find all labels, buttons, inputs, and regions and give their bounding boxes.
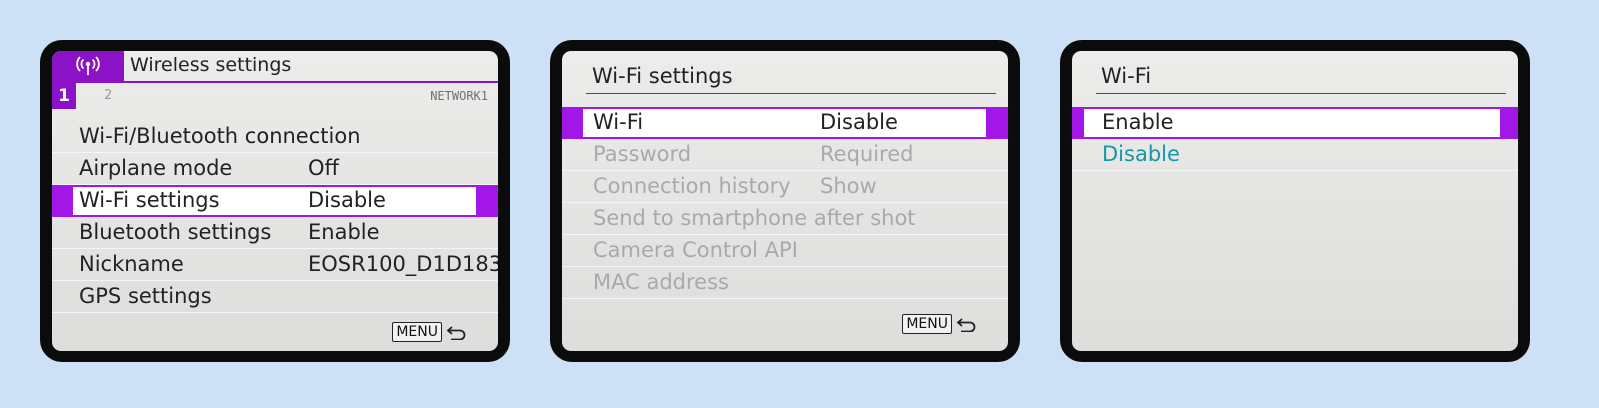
item-value: Required [820, 142, 914, 166]
item-label: Password [593, 142, 692, 166]
menu-item-send-to-smartphone: Send to smartphone after shot [562, 203, 1008, 235]
camera-screen-wifi-settings: Wi-Fi settings Wi-Fi Disable Password Re… [550, 40, 1020, 362]
menu-back-hint[interactable]: MENU [392, 321, 468, 343]
menu-item-nickname[interactable]: Nickname EOSR100_D1D183 [52, 249, 498, 281]
menu-title: Wi-Fi [1101, 64, 1152, 88]
item-label: GPS settings [79, 284, 212, 308]
lcd-screen: Wireless settings 1 2 NETWORK1 Wi-Fi/Blu… [52, 51, 498, 351]
menu-button-label: MENU [902, 314, 952, 334]
wireless-icon [76, 56, 100, 75]
item-label: MAC address [593, 270, 729, 294]
item-value: EOSR100_D1D183 [308, 252, 498, 276]
option-label: Enable [1102, 110, 1174, 134]
item-value: Show [820, 174, 877, 198]
item-value: Off [308, 156, 339, 180]
menu-item-password: Password Required [562, 139, 1008, 171]
menu-item-wifi-settings[interactable]: Wi-Fi settings Disable [52, 185, 498, 217]
menu-item-wifi[interactable]: Wi-Fi Disable [562, 107, 1008, 139]
tab-2[interactable]: 2 [104, 83, 112, 109]
item-label: Wi-Fi settings [79, 188, 220, 212]
item-label: Wi-Fi/Bluetooth connection [79, 124, 361, 148]
selection-highlight [583, 109, 986, 137]
item-label: Camera Control API [593, 238, 798, 262]
menu-item-airplane-mode[interactable]: Airplane mode Off [52, 153, 498, 185]
menu-item-connection-history: Connection history Show [562, 171, 1008, 203]
item-label: Airplane mode [79, 156, 233, 180]
item-label: Nickname [79, 252, 184, 276]
option-disable[interactable]: Disable [1072, 139, 1518, 171]
tab-1[interactable]: 1 [52, 83, 76, 109]
menu-header: Wireless settings [52, 51, 498, 81]
option-label-current: Disable [1102, 142, 1180, 166]
title-divider [1096, 93, 1506, 94]
title-divider [586, 93, 996, 94]
page-label: NETWORK1 [430, 89, 488, 103]
wireless-tab-button[interactable] [52, 51, 124, 81]
item-label: Wi-Fi [593, 110, 644, 134]
camera-screen-wifi-toggle: Wi-Fi Enable Disable [1060, 40, 1530, 362]
item-label: Connection history [593, 174, 791, 198]
menu-back-hint[interactable]: MENU [902, 313, 978, 335]
menu-title: Wireless settings [130, 54, 292, 76]
menu-item-wifi-bluetooth-connection[interactable]: Wi-Fi/Bluetooth connection [52, 121, 498, 153]
item-value: Disable [308, 188, 386, 212]
item-value: Enable [308, 220, 380, 244]
menu-item-bluetooth-settings[interactable]: Bluetooth settings Enable [52, 217, 498, 249]
menu-button-label: MENU [392, 322, 442, 342]
return-arrow-icon [446, 326, 466, 340]
menu-title: Wi-Fi settings [592, 64, 733, 88]
lcd-screen: Wi-Fi Enable Disable [1072, 51, 1518, 351]
item-label: Send to smartphone after shot [593, 206, 916, 230]
lcd-screen: Wi-Fi settings Wi-Fi Disable Password Re… [562, 51, 1008, 351]
menu-item-mac-address: MAC address [562, 267, 1008, 299]
tab-bar: 1 2 NETWORK1 [52, 81, 498, 109]
item-value: Disable [820, 110, 898, 134]
camera-screen-wireless-settings: Wireless settings 1 2 NETWORK1 Wi-Fi/Blu… [40, 40, 510, 362]
menu-item-gps-settings[interactable]: GPS settings [52, 281, 498, 313]
menu-item-camera-control-api: Camera Control API [562, 235, 1008, 267]
item-label: Bluetooth settings [79, 220, 272, 244]
return-arrow-icon [956, 318, 976, 332]
option-enable[interactable]: Enable [1072, 107, 1518, 139]
